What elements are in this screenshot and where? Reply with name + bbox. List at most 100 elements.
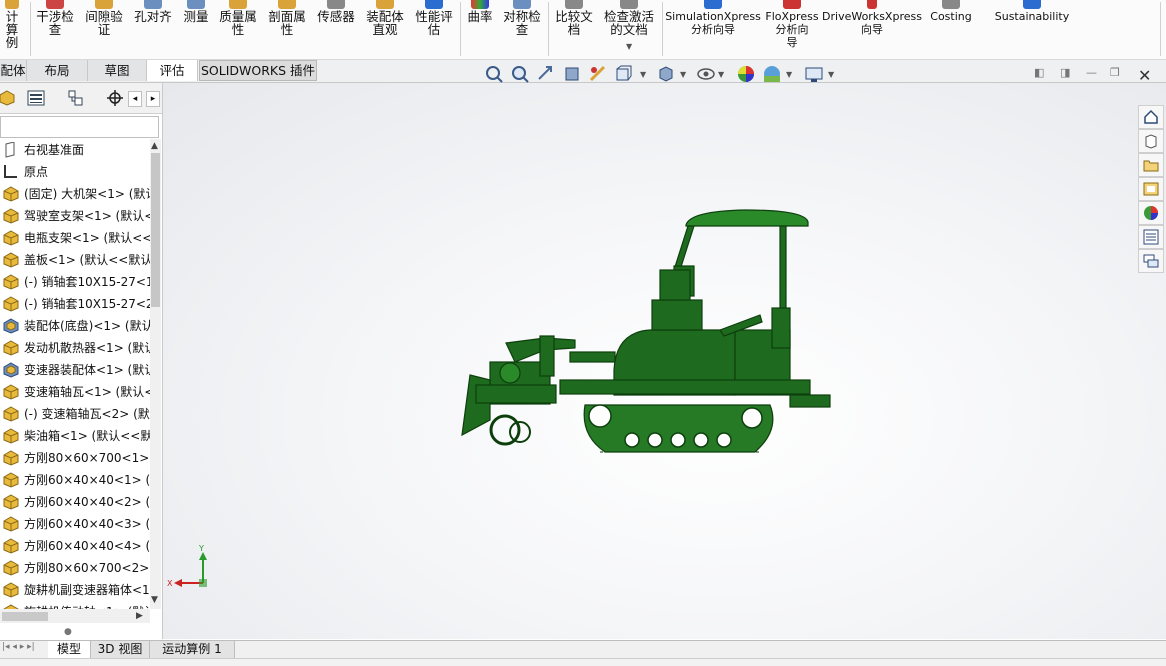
file-explorer-tab[interactable]	[1138, 153, 1164, 177]
chevron-left-icon[interactable]: ◂	[128, 91, 142, 107]
tree-node[interactable]: 变速箱轴瓦<1> (默认<	[0, 381, 150, 403]
tree-node[interactable]: 柴油箱<1> (默认<<默	[0, 425, 150, 447]
tree-node[interactable]: (固定) 大机架<1> (默认	[0, 183, 150, 205]
view-settings-icon[interactable]	[804, 64, 824, 84]
chevron-down-icon[interactable]: ▼	[828, 70, 834, 79]
tab-3d-views[interactable]: 3D 视图	[91, 641, 150, 658]
view-palette-tab[interactable]	[1138, 177, 1164, 201]
hole-alignment-button[interactable]: 孔对齐	[131, 0, 175, 56]
floxpress-button[interactable]: FloXpress 分析向 导	[763, 0, 821, 56]
tree-node[interactable]: 旋耕机传动轴<1> (默认	[0, 601, 150, 609]
edit-appearance-icon[interactable]	[736, 64, 756, 84]
tree-node[interactable]: 电瓶支架<1> (默认<<	[0, 227, 150, 249]
forum-tab[interactable]	[1138, 249, 1164, 273]
tree-node[interactable]: (-) 销轴套10X15-27<2	[0, 293, 150, 315]
tree-scroll-thumb[interactable]	[151, 153, 160, 307]
sustainability-button[interactable]: Sustainability	[992, 0, 1072, 56]
symmetry-check-button[interactable]: 对称检 查	[500, 0, 544, 56]
scroll-down-icon[interactable]: ▼	[151, 595, 158, 605]
ribbon-calc-button[interactable]: 计算 例	[0, 0, 24, 56]
tab-configuration-manager[interactable]	[60, 86, 90, 110]
tree-node[interactable]: 变速器装配体<1> (默认	[0, 359, 150, 381]
tree-node[interactable]: 装配体(底盘)<1> (默认	[0, 315, 150, 337]
sensor-button[interactable]: 传感器	[314, 0, 358, 56]
costing-button[interactable]: Costing	[925, 0, 977, 56]
tab-motion-study[interactable]: 运动算例 1	[150, 641, 235, 658]
part-icon	[2, 582, 20, 598]
tab-feature-manager[interactable]	[0, 86, 22, 110]
display-style-icon[interactable]	[656, 64, 676, 84]
tree-node[interactable]: 方刚80×60×700<2> (	[0, 557, 150, 579]
chevron-down-icon[interactable]: ▼	[718, 70, 724, 79]
hide-show-items-icon[interactable]	[696, 64, 716, 84]
appearances-scenes-tab[interactable]	[1138, 201, 1164, 225]
tree-node[interactable]: 方刚60×40×40<4> (默	[0, 535, 150, 557]
tree-node[interactable]: 方刚60×40×40<1> (默	[0, 469, 150, 491]
tab-dimxpert-manager[interactable]	[100, 86, 130, 110]
section-properties-button[interactable]: 剖面属 性	[265, 0, 309, 56]
restore-icon[interactable]: ❐	[1110, 66, 1120, 79]
tab-sketch[interactable]: 草图	[88, 60, 147, 81]
tree-node[interactable]: 旋耕机副变速器箱体<1	[0, 579, 150, 601]
tree-node[interactable]: 方刚80×60×700<1> (	[0, 447, 150, 469]
radiator	[659, 269, 691, 301]
assembly-visualization-button[interactable]: 装配体 直观	[363, 0, 407, 56]
interference-check-button[interactable]: 干涉检 查	[34, 0, 76, 56]
view-orientation-icon[interactable]	[614, 64, 634, 84]
close-icon[interactable]: ✕	[1138, 66, 1151, 85]
section-view-icon[interactable]	[562, 64, 582, 84]
measure-button[interactable]: 测量	[181, 0, 211, 56]
apply-scene-icon[interactable]	[762, 64, 782, 84]
zoom-to-fit-icon[interactable]	[484, 64, 504, 84]
zoom-to-area-icon[interactable]	[510, 64, 530, 84]
tree-node[interactable]: 原点	[0, 161, 150, 183]
curvature-button[interactable]: 曲率	[464, 0, 496, 56]
tree-node[interactable]: 右视基准面	[0, 139, 150, 161]
compare-documents-button[interactable]: 比较文 档	[552, 0, 596, 56]
chevron-right-icon[interactable]: ▸	[146, 91, 160, 107]
tractor-model[interactable]	[163, 83, 1166, 639]
simulationxpress-button[interactable]: SimulationXpress 分析向导	[664, 0, 762, 56]
tree-filter-input[interactable]	[0, 116, 159, 138]
minimize-icon[interactable]: —	[1086, 66, 1097, 79]
canopy-post-rear	[779, 225, 787, 313]
tab-evaluate[interactable]: 评估	[147, 60, 198, 81]
solidworks-resources-tab[interactable]	[1138, 105, 1164, 129]
dynamic-annotation-icon[interactable]	[588, 64, 608, 84]
tree-node[interactable]: (-) 变速箱轴瓦<2> (默	[0, 403, 150, 425]
tree-node[interactable]: 发动机散热器<1> (默认	[0, 337, 150, 359]
tile-left-icon[interactable]: ◧	[1034, 66, 1044, 79]
costing-icon	[942, 0, 960, 9]
tree-node[interactable]: 驾驶室支架<1> (默认<	[0, 205, 150, 227]
custom-properties-tab[interactable]	[1138, 225, 1164, 249]
tab-model[interactable]: 模型	[48, 641, 91, 658]
part-icon	[2, 560, 20, 576]
scroll-right-icon[interactable]: ▶	[136, 611, 143, 621]
tree-node[interactable]: 方刚60×40×40<3> (默	[0, 513, 150, 535]
tree-hscroll-thumb[interactable]	[2, 612, 48, 621]
tab-property-manager[interactable]	[20, 86, 50, 110]
scroll-up-icon[interactable]: ▲	[151, 141, 158, 151]
track-sprocket	[588, 404, 612, 428]
panel-grip-icon[interactable]: ●	[64, 627, 72, 637]
driveworksxpress-button[interactable]: DriveWorksXpress 向导	[822, 0, 922, 56]
tab-scroll-arrows[interactable]: |◂ ◂ ▸ ▸|	[2, 642, 35, 652]
chevron-down-icon[interactable]: ▼	[626, 42, 632, 51]
graphics-viewport[interactable]: Y X	[163, 83, 1166, 639]
chevron-down-icon[interactable]: ▼	[640, 70, 646, 79]
clearance-verify-button[interactable]: 间隙验 证	[82, 0, 126, 56]
tab-layout[interactable]: 布局	[27, 60, 88, 81]
tree-node[interactable]: (-) 销轴套10X15-27<1	[0, 271, 150, 293]
design-library-tab[interactable]	[1138, 129, 1164, 153]
previous-view-icon[interactable]	[536, 64, 556, 84]
tiller-shield	[461, 374, 491, 437]
chevron-down-icon[interactable]: ▼	[680, 70, 686, 79]
chevron-down-icon[interactable]: ▼	[786, 70, 792, 79]
tab-solidworks-addins[interactable]: SOLIDWORKS 插件	[199, 60, 317, 81]
tab-assembly[interactable]: 配体	[0, 60, 27, 81]
performance-evaluation-button[interactable]: 性能评 估	[412, 0, 456, 56]
mass-properties-button[interactable]: 质量属 性	[216, 0, 260, 56]
tree-node[interactable]: 方刚60×40×40<2> (默	[0, 491, 150, 513]
tree-node[interactable]: 盖板<1> (默认<<默认	[0, 249, 150, 271]
tile-right-icon[interactable]: ◨	[1060, 66, 1070, 79]
